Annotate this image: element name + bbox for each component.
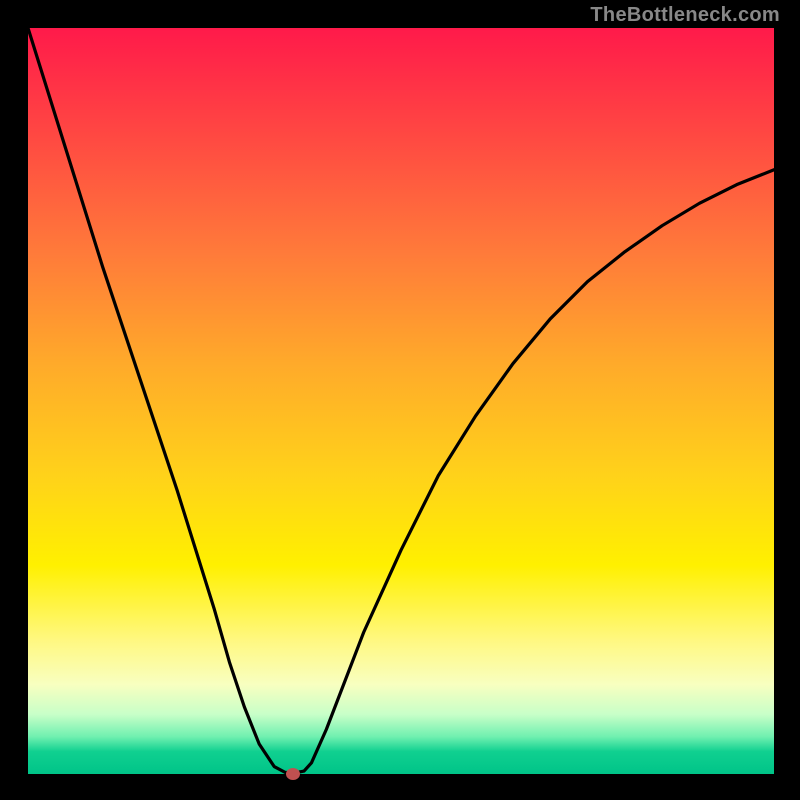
plot-area	[28, 28, 774, 774]
chart-frame: TheBottleneck.com	[0, 0, 800, 800]
bottleneck-curve	[28, 28, 774, 773]
watermark-text: TheBottleneck.com	[590, 4, 780, 27]
optimal-point-marker	[286, 768, 300, 780]
curve-svg	[28, 28, 774, 774]
